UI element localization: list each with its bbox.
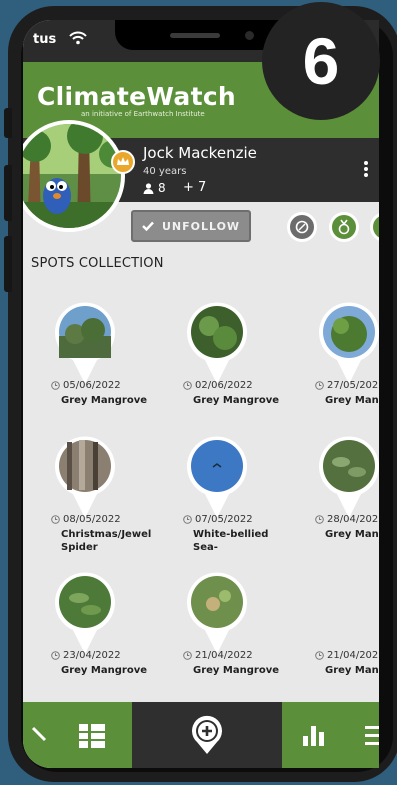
spot-species: Grey Mangrove	[193, 665, 280, 676]
volume-up-button	[4, 165, 12, 221]
bottom-nav	[23, 702, 379, 768]
section-title: SPOTS COLLECTION	[31, 256, 164, 271]
spot-date: 23/04/2022	[51, 650, 121, 661]
spot-date-text: 08/05/2022	[63, 514, 121, 525]
mangrove-photo-pin	[55, 302, 115, 384]
clock-icon	[51, 381, 60, 390]
map-icon[interactable]	[31, 726, 47, 742]
avatar[interactable]	[23, 120, 125, 232]
clock-icon	[51, 651, 60, 660]
person-icon	[143, 182, 154, 194]
spot-date: 05/06/2022	[51, 380, 121, 391]
spot-species: Grey Mangrove	[325, 529, 379, 540]
spot-species: Grey Mangrove	[193, 395, 280, 406]
spot-species: Grey Mangrove	[325, 395, 379, 406]
badge-button-2[interactable]	[329, 212, 359, 242]
spot-species: Christmas/Jewel Spider	[61, 529, 152, 553]
spot-date: 07/05/2022	[183, 514, 253, 525]
menu-icon[interactable]	[365, 726, 379, 746]
checkmark-icon	[142, 221, 154, 231]
step-number-badge: 6	[262, 2, 380, 120]
add-spot-pin-icon	[192, 715, 222, 754]
front-camera	[245, 31, 254, 40]
add-spot-tab[interactable]	[132, 702, 282, 768]
spot-species: Grey Mangrove	[61, 395, 148, 406]
spot-date-text: 07/05/2022	[195, 514, 253, 525]
brand-logo: ClimateWatch	[37, 82, 237, 111]
mangrove-photo-pin	[319, 302, 379, 384]
more-options-icon[interactable]	[362, 160, 370, 178]
spot-date: 21/04/2022	[315, 650, 379, 661]
user-age: 40 years	[143, 166, 187, 177]
list-grid-icon[interactable]	[79, 724, 105, 748]
speaker-grille	[170, 33, 220, 38]
spot-date: 21/04/2022	[183, 650, 253, 661]
mangrove-photo-pin	[55, 572, 115, 654]
spot-date-text: 02/06/2022	[195, 380, 253, 391]
forest-monster-avatar-icon	[23, 124, 121, 228]
crown-icon	[117, 157, 129, 165]
volume-down-button	[4, 236, 12, 292]
spot-date-text: 23/04/2022	[63, 650, 121, 661]
spot-species: Grey Mangrove	[325, 665, 379, 676]
spot-species: White-bellied Sea-	[193, 529, 269, 553]
spot-date: 27/05/2022	[315, 380, 379, 391]
plus-count: + 7	[183, 180, 207, 195]
mangrove-photo-pin	[187, 572, 247, 654]
brand-tagline: an initiative of Earthwatch Institute	[81, 110, 205, 118]
bar-chart-icon[interactable]	[303, 726, 325, 746]
medal-icon	[338, 219, 350, 235]
leaf-badge-icon	[295, 220, 309, 234]
clock-icon	[315, 515, 324, 524]
clock-icon	[183, 515, 192, 524]
user-name: Jock Mackenzie	[143, 144, 257, 162]
spot-species: Grey Mangrove	[61, 665, 148, 676]
unfollow-button[interactable]: UNFOLLOW	[131, 210, 251, 242]
mute-switch	[4, 108, 12, 138]
badge-button-1[interactable]	[287, 212, 317, 242]
spot-date: 28/04/2022	[315, 514, 379, 525]
clock-icon	[183, 651, 192, 660]
mangrove-photo-pin	[319, 436, 379, 518]
spot-date-text: 28/04/2022	[327, 514, 379, 525]
clock-icon	[51, 515, 60, 524]
clock-icon	[315, 381, 324, 390]
notch	[115, 20, 285, 50]
clock-icon	[315, 651, 324, 660]
spot-date-text: 27/05/2022	[327, 380, 379, 391]
spot-date: 02/06/2022	[183, 380, 253, 391]
spot-date-text: 05/06/2022	[63, 380, 121, 391]
friends-count: 8	[158, 181, 166, 195]
friends-count-group: 8	[143, 181, 166, 195]
clock-icon	[183, 381, 192, 390]
spot-date: 08/05/2022	[51, 514, 121, 525]
mangrove-photo-pin	[187, 302, 247, 384]
carrier-label: tus	[33, 32, 57, 47]
unfollow-label: UNFOLLOW	[161, 219, 241, 233]
sea-eagle-photo-pin	[187, 436, 247, 518]
spider-photo-pin	[55, 436, 115, 518]
spot-date-text: 21/04/2022	[327, 650, 379, 661]
wifi-icon	[69, 31, 87, 45]
crown-badge-icon	[111, 150, 135, 174]
spot-date-text: 21/04/2022	[195, 650, 253, 661]
app-screen: tus ClimateWatch an initiative of Earthw…	[23, 20, 379, 768]
badge-button-3[interactable]	[370, 212, 379, 242]
